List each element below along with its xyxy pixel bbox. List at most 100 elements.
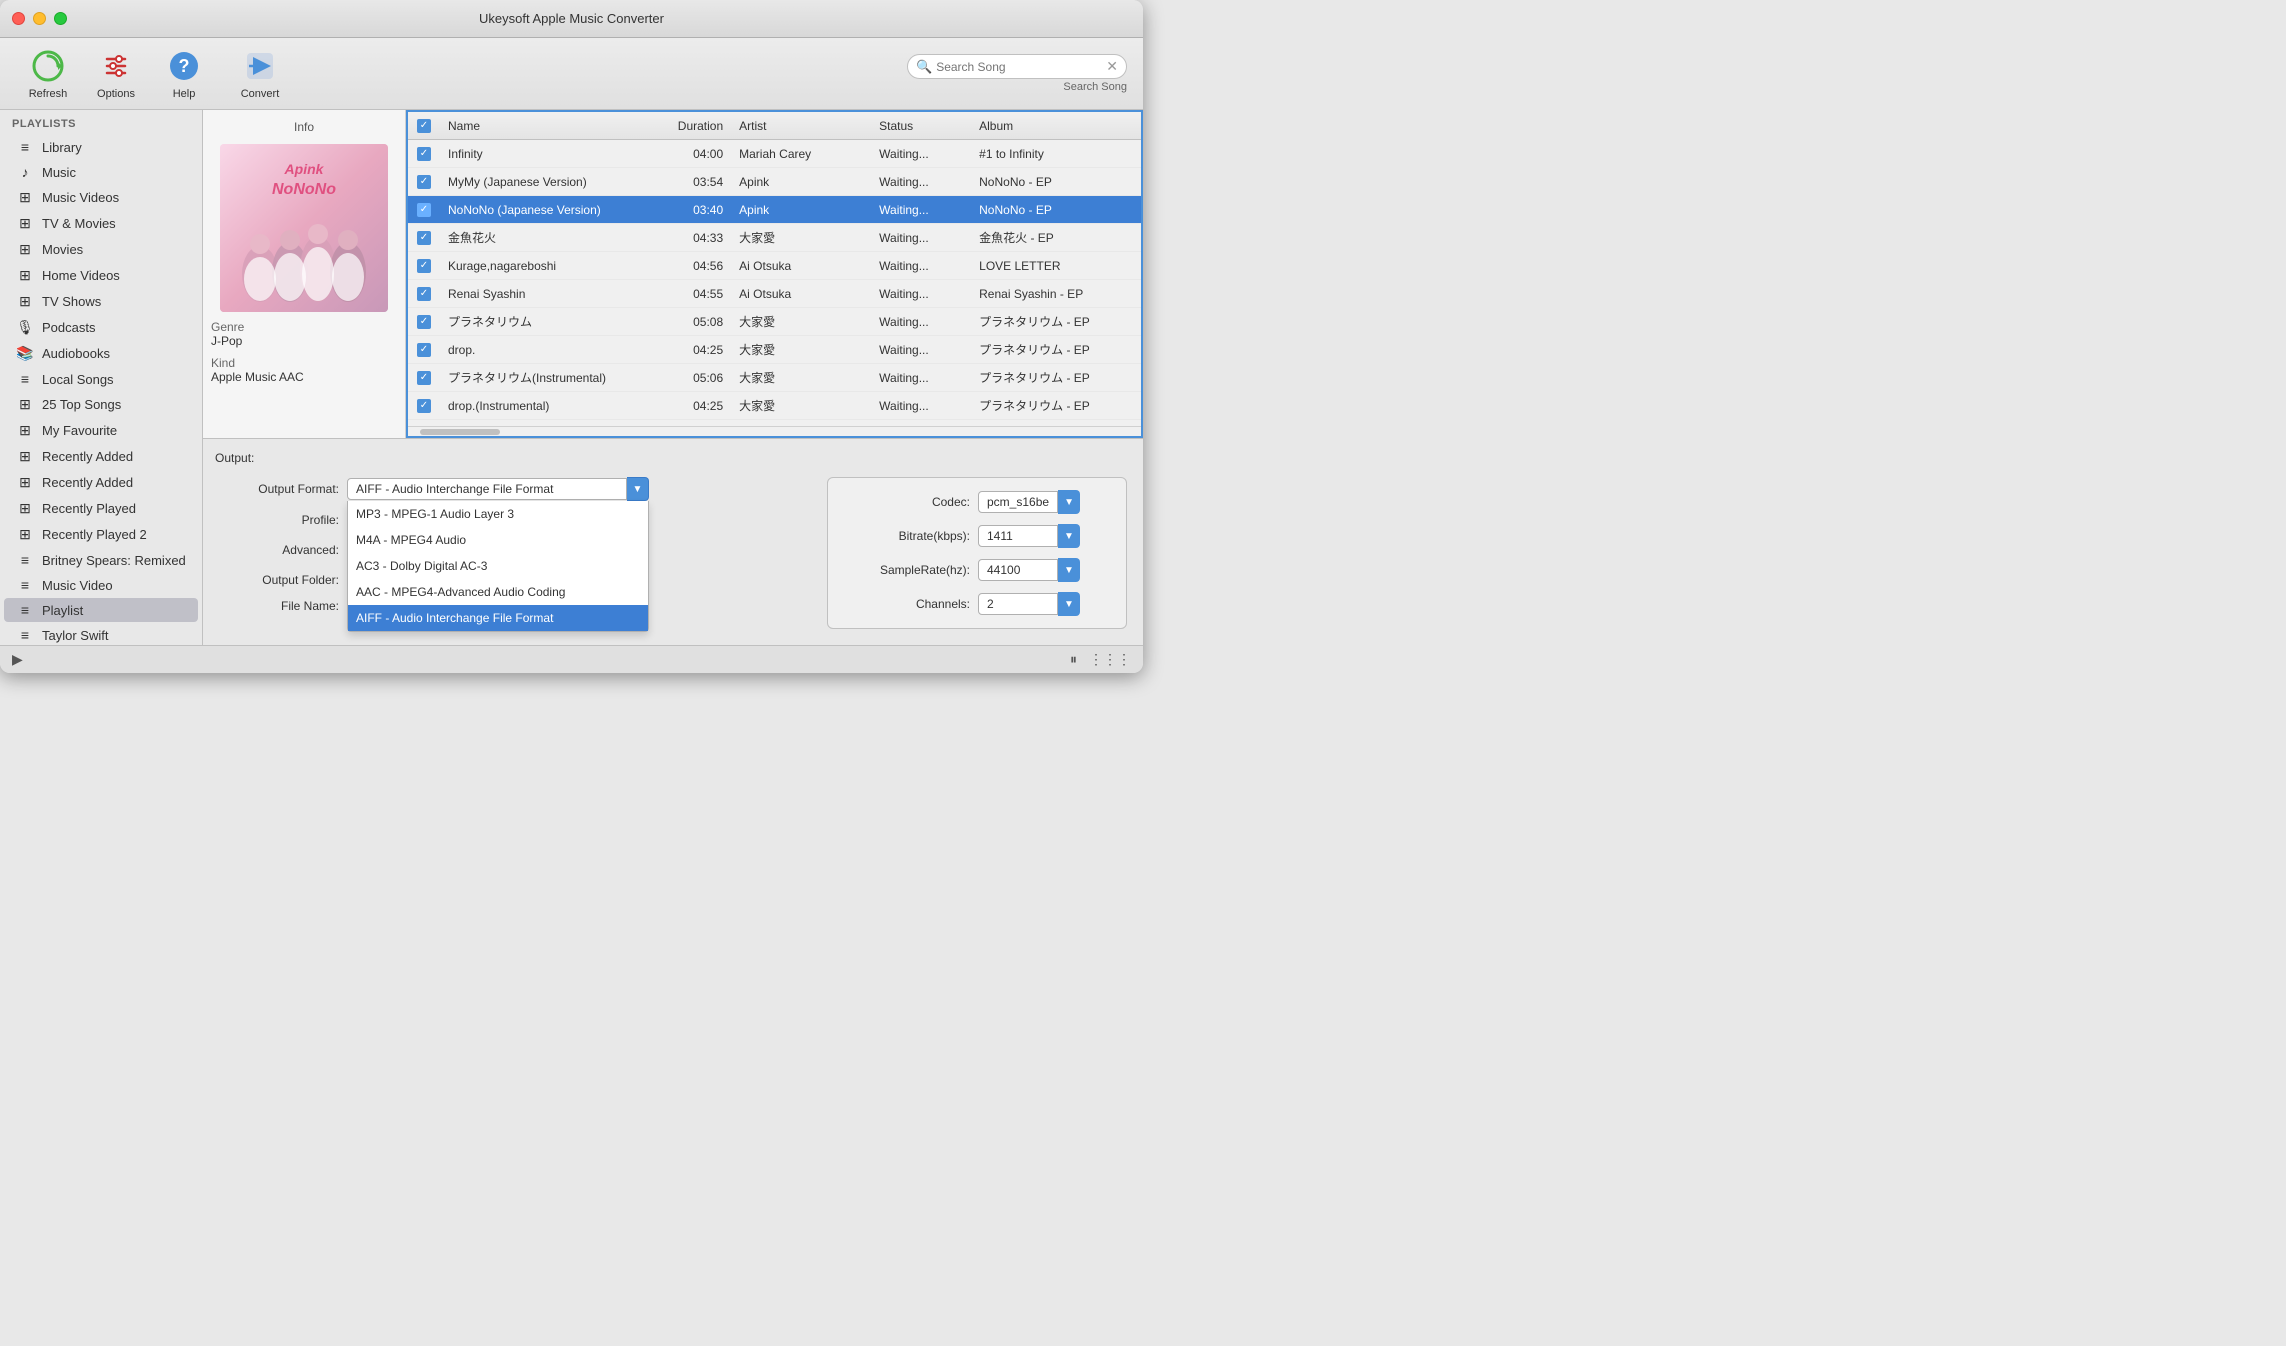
row-checkbox[interactable] (417, 315, 431, 329)
traffic-lights (12, 12, 67, 25)
play-icon[interactable]: ▶ (12, 651, 23, 668)
sidebar-item-tv-movies[interactable]: ⊞ TV & Movies (4, 211, 198, 236)
row-duration: 04:25 (661, 399, 731, 413)
refresh-icon (30, 48, 66, 84)
help-button[interactable]: ? Help (152, 44, 216, 104)
row-duration: 03:40 (661, 203, 731, 217)
sidebar-item-music-videos[interactable]: ⊞ Music Videos (4, 185, 198, 210)
sidebar-item-britney-spears[interactable]: ≡ Britney Spears: Remixed (4, 548, 198, 572)
table-row[interactable]: Kurage,nagareboshi 04:56 Ai Otsuka Waiti… (408, 252, 1141, 280)
sidebar-item-podcasts[interactable]: 🎙 Podcasts (4, 315, 198, 340)
sidebar-item-library[interactable]: ≡ Library (4, 135, 198, 159)
music-videos-icon: ⊞ (16, 189, 34, 206)
table-row[interactable]: 金魚花火 04:33 大家愛 Waiting... 金魚花火 - EP (408, 224, 1141, 252)
row-checkbox[interactable] (417, 259, 431, 273)
library-icon: ≡ (16, 139, 34, 155)
svg-text:Apink: Apink (284, 161, 325, 177)
output-format-dropdown-arrow[interactable]: ▼ (627, 477, 649, 501)
row-checkbox[interactable] (417, 203, 431, 217)
sidebar-item-recently-added-1[interactable]: ⊞ Recently Added (4, 444, 198, 469)
sidebar-item-label: Taylor Swift (42, 628, 108, 643)
convert-button[interactable]: Convert (220, 44, 300, 104)
format-option-mp3[interactable]: MP3 - MPEG-1 Audio Layer 3 (348, 501, 648, 527)
sidebar-item-audiobooks[interactable]: 📚 Audiobooks (4, 341, 198, 366)
search-input[interactable] (936, 60, 1106, 74)
sidebar-item-recently-played-1[interactable]: ⊞ Recently Played (4, 496, 198, 521)
bitrate-dropdown-arrow[interactable]: ▼ (1058, 524, 1080, 548)
table-area: Name Duration Artist Status Album Infini… (406, 110, 1143, 438)
format-option-m4a[interactable]: M4A - MPEG4 Audio (348, 527, 648, 553)
sidebar-item-tv-shows[interactable]: ⊞ TV Shows (4, 289, 198, 314)
table-row[interactable]: Infinity 04:00 Mariah Carey Waiting... #… (408, 140, 1141, 168)
sidebar-item-recently-played-2[interactable]: ⊞ Recently Played 2 (4, 522, 198, 547)
row-checkbox[interactable] (417, 147, 431, 161)
row-artist: Apink (731, 175, 871, 189)
row-artist: Mariah Carey (731, 147, 871, 161)
table-header: Name Duration Artist Status Album (408, 112, 1141, 140)
table-row[interactable]: NoNoNo (Japanese Version) 03:40 Apink Wa… (408, 196, 1141, 224)
bottom-bar-right: ⏸ ⋮⋮⋮ (1070, 651, 1131, 668)
table-row[interactable]: プラネタリウム 05:08 大家愛 Waiting... プラネタリウム - E… (408, 308, 1141, 336)
refresh-button[interactable]: Refresh (16, 44, 80, 104)
format-option-aac[interactable]: AAC - MPEG4-Advanced Audio Coding (348, 579, 648, 605)
pause-icon[interactable]: ⏸ (1070, 651, 1077, 668)
sidebar-item-playlist[interactable]: ≡ Playlist (4, 598, 198, 622)
sidebar-item-25-top-songs[interactable]: ⊞ 25 Top Songs (4, 392, 198, 417)
row-checkbox[interactable] (417, 287, 431, 301)
table-row[interactable]: drop.(Instrumental) 04:25 大家愛 Waiting...… (408, 392, 1141, 420)
row-duration: 04:55 (661, 287, 731, 301)
genre-field: Genre J-Pop (211, 320, 397, 348)
info-panel: Info (203, 110, 406, 438)
row-artist: 大家愛 (731, 341, 871, 358)
options-button[interactable]: Options (84, 44, 148, 104)
table-row[interactable]: プラネタリウム(Instrumental) 05:06 大家愛 Waiting.… (408, 364, 1141, 392)
row-artist: 大家愛 (731, 369, 871, 386)
sidebar-item-my-favourite[interactable]: ⊞ My Favourite (4, 418, 198, 443)
channels-dropdown-arrow[interactable]: ▼ (1058, 592, 1080, 616)
maximize-button[interactable] (54, 12, 67, 25)
select-all-checkbox[interactable] (417, 119, 431, 133)
row-artist: Ai Otsuka (731, 259, 871, 273)
format-option-aiff[interactable]: AIFF - Audio Interchange File Format (348, 605, 648, 631)
table-row[interactable]: MyMy (Japanese Version) 03:54 Apink Wait… (408, 168, 1141, 196)
row-name: MyMy (Japanese Version) (440, 175, 661, 189)
format-option-ac3[interactable]: AC3 - Dolby Digital AC-3 (348, 553, 648, 579)
row-name: Infinity (440, 147, 661, 161)
help-icon: ? (166, 48, 202, 84)
right-settings-panel: Codec: pcm_s16be ▼ Bitrate(kbps): 1411 ▼ (827, 477, 1127, 629)
minimize-button[interactable] (33, 12, 46, 25)
row-checkbox[interactable] (417, 371, 431, 385)
samplerate-row: SampleRate(hz): 44100 ▼ (840, 558, 1114, 582)
svg-text:?: ? (179, 56, 190, 76)
sidebar: Playlists ≡ Library ♪ Music ⊞ Music Vide… (0, 110, 203, 645)
sidebar-item-label: TV Shows (42, 294, 101, 309)
audiobooks-icon: 📚 (16, 345, 34, 362)
columns-icon[interactable]: ⋮⋮⋮ (1089, 651, 1131, 668)
row-duration: 04:25 (661, 343, 731, 357)
taylor-swift-icon: ≡ (16, 627, 34, 643)
row-album: プラネタリウム - EP (971, 369, 1141, 386)
sidebar-item-music[interactable]: ♪ Music (4, 160, 198, 184)
row-album: Renai Syashin - EP (971, 287, 1141, 301)
sidebar-item-movies[interactable]: ⊞ Movies (4, 237, 198, 262)
sidebar-item-taylor-swift[interactable]: ≡ Taylor Swift (4, 623, 198, 645)
sidebar-item-home-videos[interactable]: ⊞ Home Videos (4, 263, 198, 288)
row-checkbox[interactable] (417, 343, 431, 357)
table-row[interactable]: Renai Syashin 04:55 Ai Otsuka Waiting...… (408, 280, 1141, 308)
bitrate-row: Bitrate(kbps): 1411 ▼ (840, 524, 1114, 548)
bitrate-label: Bitrate(kbps): (840, 529, 970, 543)
sidebar-item-recently-added-2[interactable]: ⊞ Recently Added (4, 470, 198, 495)
search-clear-icon[interactable]: ✕ (1106, 58, 1118, 75)
samplerate-dropdown-arrow[interactable]: ▼ (1058, 558, 1080, 582)
row-checkbox[interactable] (417, 231, 431, 245)
codec-label: Codec: (840, 495, 970, 509)
sidebar-item-music-video[interactable]: ≡ Music Video (4, 573, 198, 597)
row-album: プラネタリウム - EP (971, 313, 1141, 330)
row-checkbox[interactable] (417, 175, 431, 189)
table-row[interactable]: drop. 04:25 大家愛 Waiting... プラネタリウム - EP (408, 336, 1141, 364)
convert-icon (242, 48, 278, 84)
close-button[interactable] (12, 12, 25, 25)
row-checkbox[interactable] (417, 399, 431, 413)
codec-dropdown-arrow[interactable]: ▼ (1058, 490, 1080, 514)
sidebar-item-local-songs[interactable]: ≡ Local Songs (4, 367, 198, 391)
